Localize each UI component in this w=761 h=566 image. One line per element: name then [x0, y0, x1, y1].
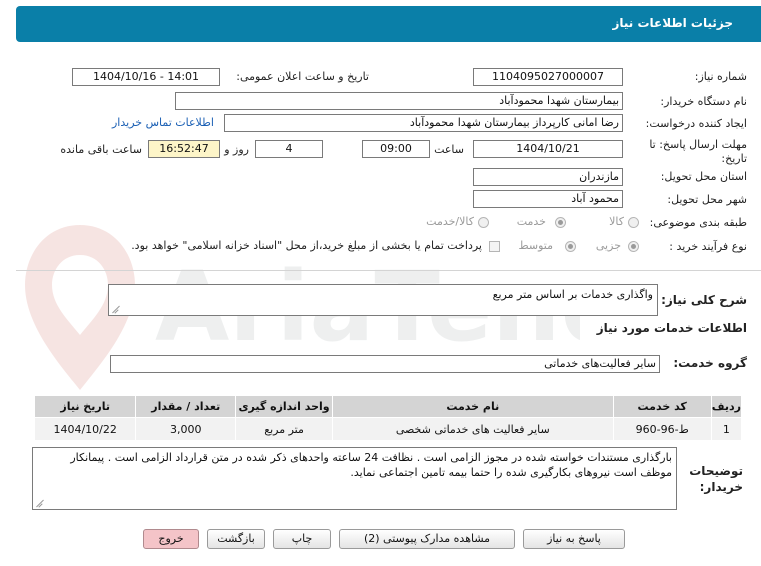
service-group-label: گروه خدمت:: [673, 356, 747, 370]
cell-unit: متر مربع: [235, 417, 333, 441]
summary-field: واگذاری خدمات بر اساس متر مربع: [108, 284, 658, 316]
need-number-field: 1104095027000007: [473, 68, 623, 86]
purchase-radio-medium[interactable]: [565, 241, 576, 252]
treasury-bond-checkbox[interactable]: [489, 241, 500, 252]
services-info-title: اطلاعات خدمات مورد نیاز: [596, 321, 747, 335]
back-button[interactable]: بازگشت: [207, 529, 265, 549]
buyer-contact-link[interactable]: اطلاعات تماس خریدار: [112, 116, 214, 129]
remaining-days-field: 4: [255, 140, 323, 158]
category-radio-goods-service[interactable]: [478, 217, 489, 228]
deadline-label-line1: مهلت ارسال پاسخ: تا: [649, 138, 747, 151]
summary-label: شرح کلی نیاز:: [661, 293, 747, 307]
cell-row-number: 1: [710, 417, 743, 441]
purchase-type-label: نوع فرآیند خرید :: [669, 240, 747, 253]
cell-service-code: ط-96-960: [612, 417, 712, 441]
exit-button[interactable]: خروج: [143, 529, 199, 549]
purchase-option-medium: متوسط: [518, 239, 553, 252]
deadline-time-field: 09:00: [362, 140, 430, 158]
category-option-service: خدمت: [516, 215, 546, 228]
category-option-goods: کالا: [609, 215, 624, 228]
treasury-bond-label: پرداخت تمام یا بخشی از مبلغ خرید،از محل …: [131, 239, 482, 252]
col-header-service-code: کد خدمت: [612, 395, 712, 418]
buyer-notes-label-line2: خریدار:: [699, 480, 743, 494]
category-radio-goods[interactable]: [628, 217, 639, 228]
remaining-time-label: ساعت باقی مانده: [60, 143, 142, 156]
table-header-row: ردیف کد خدمت نام خدمت واحد اندازه گیری ت…: [33, 395, 743, 418]
deadline-time-label: ساعت: [434, 143, 464, 156]
requester-label: ایجاد کننده درخواست:: [645, 117, 747, 130]
print-button[interactable]: چاپ: [273, 529, 331, 549]
page-header: جزئیات اطلاعات نیاز: [16, 6, 761, 42]
announce-datetime-label: تاریخ و ساعت اعلان عمومی:: [236, 70, 369, 83]
buyer-notes-field: بارگذاری مستندات خواسته شده در مجوز الزا…: [32, 447, 677, 510]
col-header-need-date: تاریخ نیاز: [33, 395, 137, 418]
buyer-notes-label-line1: توضیحات: [689, 464, 743, 478]
cell-service-name: سایر فعالیت های خدماتی شخصی: [331, 417, 614, 441]
province-label: استان محل تحویل:: [660, 170, 747, 183]
service-group-field: سایر فعالیت‌های خدماتی: [110, 355, 660, 373]
view-attachments-button[interactable]: مشاهده مدارک پیوستی (2): [339, 529, 515, 549]
need-number-label: شماره نیاز:: [694, 70, 747, 83]
cell-need-date: 1404/10/22: [33, 417, 137, 441]
deadline-label-line2: تاریخ:: [721, 152, 747, 165]
reply-button[interactable]: پاسخ به نیاز: [523, 529, 625, 549]
services-table: ردیف کد خدمت نام خدمت واحد اندازه گیری ت…: [33, 395, 743, 441]
summary-text: واگذاری خدمات بر اساس متر مربع: [492, 288, 653, 301]
province-field: مازندران: [473, 168, 623, 186]
col-header-unit: واحد اندازه گیری: [235, 395, 333, 418]
section-divider: [16, 270, 761, 271]
col-header-quantity: تعداد / مقدار: [135, 395, 237, 418]
remaining-time-field: 16:52:47: [148, 140, 220, 158]
col-header-row-number: ردیف: [710, 395, 743, 418]
table-row: 1 ط-96-960 سایر فعالیت های خدماتی شخصی م…: [33, 417, 743, 441]
city-label: شهر محل تحویل:: [667, 193, 747, 206]
deadline-date-field: 1404/10/21: [473, 140, 623, 158]
col-header-service-name: نام خدمت: [331, 395, 614, 418]
remaining-days-label: روز و: [224, 143, 249, 156]
buyer-notes-text: بارگذاری مستندات خواسته شده در مجوز الزا…: [70, 451, 672, 479]
buyer-org-label: نام دستگاه خریدار:: [660, 95, 747, 108]
requester-field: رضا امانی کارپرداز بیمارستان شهدا محمودآ…: [224, 114, 623, 132]
category-option-goods-service: کالا/خدمت: [426, 215, 474, 228]
city-field: محمود آباد: [473, 190, 623, 208]
category-label: طبقه بندی موضوعی:: [649, 216, 747, 229]
page-title: جزئیات اطلاعات نیاز: [612, 16, 733, 30]
resize-grip-icon[interactable]: [111, 305, 119, 313]
category-radio-service[interactable]: [555, 217, 566, 228]
resize-grip-icon[interactable]: [35, 499, 43, 507]
announce-datetime-field: 1404/10/16 - 14:01: [72, 68, 220, 86]
buyer-org-field: بیمارستان شهدا محمودآباد: [175, 92, 623, 110]
cell-quantity: 3,000: [135, 417, 237, 441]
purchase-radio-minor[interactable]: [628, 241, 639, 252]
purchase-option-minor: جزیی: [595, 239, 621, 252]
